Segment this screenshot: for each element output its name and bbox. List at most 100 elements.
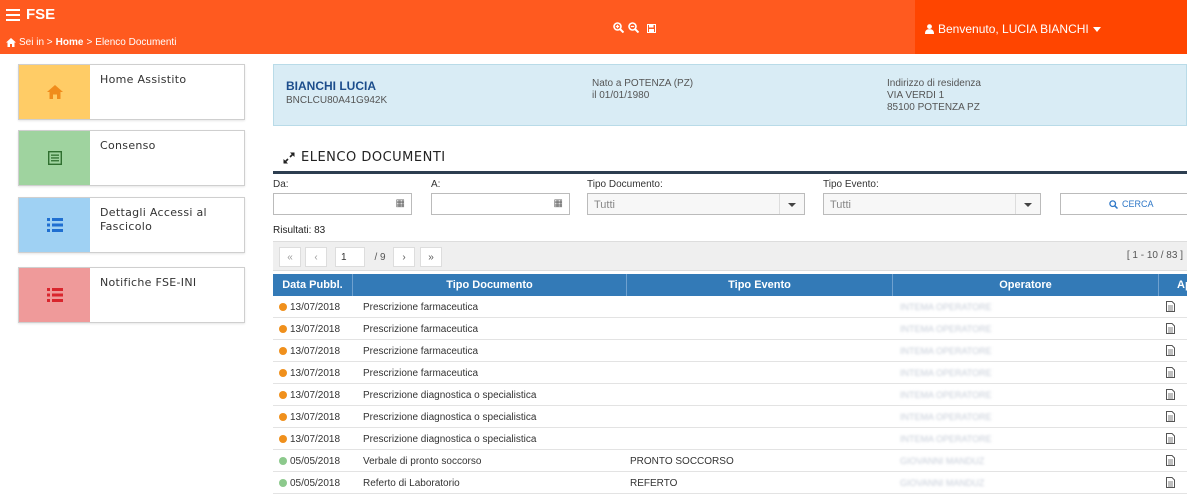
- caret-down-icon: [788, 203, 796, 207]
- event-type-select[interactable]: Tutti: [823, 193, 1041, 215]
- table-row[interactable]: 13/07/2018 Prescrizione diagnostica o spe…: [273, 384, 1187, 406]
- from-date-input[interactable]: ▦: [273, 193, 412, 215]
- cell-event-type: REFERTO: [630, 478, 678, 489]
- document-icon[interactable]: [1166, 367, 1175, 381]
- list-icon: [46, 218, 63, 232]
- user-menu[interactable]: Benvenuto, LUCIA BIANCHI: [915, 0, 1187, 54]
- column-header-event-type[interactable]: Tipo Evento: [627, 274, 893, 296]
- status-dot: [279, 391, 287, 399]
- user-icon: [925, 24, 934, 34]
- top-header: FSE Sei in > Home > Elenco Documenti Ben…: [0, 0, 1187, 54]
- table-row[interactable]: 05/05/2018 Referto di Laboratorio REFERTO G…: [273, 472, 1187, 494]
- last-page-button[interactable]: »: [420, 247, 442, 267]
- column-header-date[interactable]: Data Pubbl.: [273, 274, 353, 296]
- prev-page-button[interactable]: ‹: [305, 247, 327, 267]
- from-label: Da:: [273, 179, 289, 190]
- home-icon: [6, 38, 16, 47]
- calendar-icon[interactable]: ▦: [396, 198, 405, 209]
- cell-date: 13/07/2018: [290, 324, 341, 335]
- breadcrumb-sep: >: [86, 37, 93, 48]
- zoom-in-icon[interactable]: [613, 20, 625, 38]
- save-icon[interactable]: [647, 20, 656, 38]
- table-row[interactable]: 13/07/2018 Prescrizione farmaceutica INTEM…: [273, 296, 1187, 318]
- document-icon[interactable]: [1166, 345, 1175, 359]
- status-dot: [279, 303, 287, 311]
- sidebar-item-consenso[interactable]: Consenso: [18, 130, 245, 186]
- cell-doc-type: Prescrizione diagnostica o specialistica: [363, 434, 537, 445]
- document-icon[interactable]: [1166, 455, 1175, 469]
- document-icon[interactable]: [1166, 433, 1175, 447]
- sidebar-item-label: Dettagli Accessi al Fascicolo: [100, 206, 207, 233]
- cell-doc-type: Prescrizione diagnostica o specialistica: [363, 390, 537, 401]
- breadcrumb-current: Elenco Documenti: [95, 37, 177, 48]
- column-header-doc-type[interactable]: Tipo Documento: [353, 274, 627, 296]
- header-tools: [613, 20, 656, 38]
- breadcrumb: Sei in > Home > Elenco Documenti: [6, 37, 176, 48]
- sidebar-icon-box: [19, 198, 90, 252]
- cell-operator: INTEMA OPERATORE: [900, 434, 992, 444]
- caret-down-icon: [1024, 203, 1032, 207]
- column-header-open: Apri: [1177, 279, 1187, 291]
- table-row[interactable]: 13/07/2018 Prescrizione diagnostica o spe…: [273, 428, 1187, 450]
- doc-type-value: Tutti: [594, 199, 615, 211]
- table-row[interactable]: 13/07/2018 Prescrizione diagnostica o spe…: [273, 406, 1187, 428]
- to-label: A:: [431, 179, 441, 190]
- search-button[interactable]: CERCA: [1060, 193, 1187, 215]
- cell-operator: INTEMA OPERATORE: [900, 368, 992, 378]
- page-number-input[interactable]: 1: [335, 247, 365, 267]
- status-dot: [279, 325, 287, 333]
- table-row[interactable]: 13/07/2018 Prescrizione farmaceutica INTEM…: [273, 318, 1187, 340]
- cell-doc-type: Prescrizione diagnostica o specialistica: [363, 412, 537, 423]
- cell-date: 13/07/2018: [290, 346, 341, 357]
- cell-operator: INTEMA OPERATORE: [900, 324, 992, 334]
- document-icon[interactable]: [1166, 323, 1175, 337]
- app-title: FSE: [26, 6, 56, 23]
- table-header: Data Pubbl. Tipo Documento Tipo Evento O…: [273, 274, 1187, 296]
- cell-doc-type: Prescrizione farmaceutica: [363, 346, 479, 357]
- table-row[interactable]: 05/05/2018 Verbale di pronto soccorso PRON…: [273, 450, 1187, 472]
- sidebar-item-home-assistito[interactable]: Home Assistito: [18, 64, 245, 120]
- section-divider: [273, 171, 1187, 174]
- next-page-button[interactable]: ›: [393, 247, 415, 267]
- cell-operator: GIOVANNI MANDUZ: [900, 478, 985, 488]
- table-row[interactable]: 13/07/2018 Prescrizione farmaceutica INTEM…: [273, 340, 1187, 362]
- sidebar-item-dettagli-accessi[interactable]: Dettagli Accessi al Fascicolo: [18, 197, 245, 253]
- section-title-text: ELENCO DOCUMENTI: [301, 150, 446, 165]
- cell-operator: INTEMA OPERATORE: [900, 346, 992, 356]
- results-count: Risultati: 83: [273, 225, 326, 236]
- breadcrumb-home-link[interactable]: Home: [56, 37, 84, 48]
- search-label: CERCA: [1122, 199, 1154, 209]
- status-dot: [279, 435, 287, 443]
- cell-operator: INTEMA OPERATORE: [900, 302, 992, 312]
- sidebar-item-notifiche[interactable]: Notifiche FSE-INI: [18, 267, 245, 323]
- menu-icon[interactable]: [6, 8, 20, 21]
- address-label: Indirizzo di residenza: [887, 78, 981, 89]
- cell-doc-type: Referto di Laboratorio: [363, 478, 460, 489]
- status-dot: [279, 413, 287, 421]
- patient-fiscal-code: BNCLCU80A41G942K: [286, 95, 388, 106]
- status-dot: [279, 369, 287, 377]
- app-brand[interactable]: FSE: [6, 6, 55, 23]
- zoom-out-icon[interactable]: [628, 20, 640, 38]
- table-row[interactable]: 13/07/2018 Prescrizione farmaceutica INTEM…: [273, 362, 1187, 384]
- cell-operator: INTEMA OPERATORE: [900, 412, 992, 422]
- first-page-button[interactable]: «: [279, 247, 301, 267]
- sidebar-icon-box: [19, 131, 90, 185]
- document-icon[interactable]: [1166, 389, 1175, 403]
- to-date-input[interactable]: ▦: [431, 193, 570, 215]
- document-icon[interactable]: [1166, 477, 1175, 491]
- cell-date: 13/07/2018: [290, 390, 341, 401]
- column-header-operator[interactable]: Operatore: [893, 274, 1159, 296]
- status-dot: [279, 457, 287, 465]
- page: FSE Sei in > Home > Elenco Documenti Ben…: [0, 0, 1187, 498]
- document-icon[interactable]: [1166, 411, 1175, 425]
- cell-doc-type: Verbale di pronto soccorso: [363, 456, 482, 467]
- doc-type-label: Tipo Documento:: [587, 179, 663, 190]
- section-title: ELENCO DOCUMENTI: [283, 150, 446, 165]
- home-icon: [46, 85, 63, 99]
- doc-type-select[interactable]: Tutti: [587, 193, 805, 215]
- calendar-icon[interactable]: ▦: [554, 198, 563, 209]
- document-icon[interactable]: [1166, 301, 1175, 315]
- expand-icon[interactable]: [283, 151, 295, 164]
- sidebar-item-label: Notifiche FSE-INI: [100, 276, 197, 289]
